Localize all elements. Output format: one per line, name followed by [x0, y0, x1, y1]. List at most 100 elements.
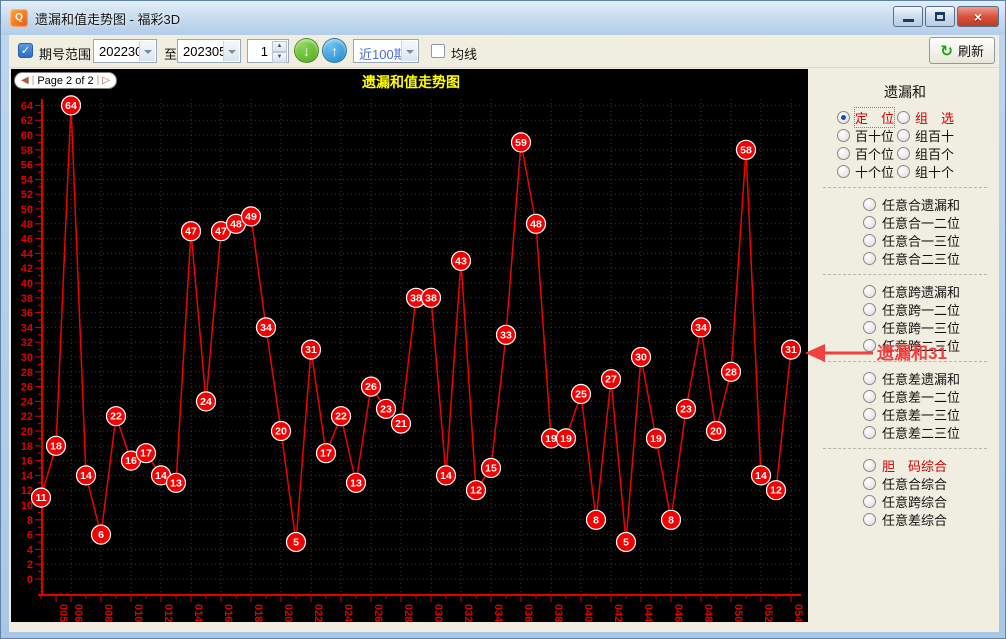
svg-text:31: 31 [305, 344, 317, 356]
trend-chart-panel: ◀| Page 2 of 2 |▷ 0246810121416182022242… [11, 69, 808, 622]
refresh-button[interactable]: ↻ 刷新 [929, 37, 995, 64]
radio-option[interactable]: 组十个 [897, 162, 954, 181]
radio-option[interactable]: 任意差综合 [863, 510, 947, 529]
radio-option[interactable]: 任意差二三位 [863, 423, 960, 442]
radio-option[interactable]: 组百个 [897, 144, 954, 163]
radio-option[interactable]: 任意跨遗漏和 [863, 282, 960, 301]
data-point-marker: 48 [527, 214, 546, 233]
close-button[interactable]: × [957, 6, 999, 27]
radio-option[interactable]: 任意合一二位 [863, 213, 960, 232]
radio-label: 任意跨二三位 [882, 336, 960, 355]
radio-label: 任意跨一二位 [882, 300, 960, 319]
data-point-marker: 14 [77, 466, 96, 485]
svg-text:12: 12 [470, 485, 482, 497]
svg-text:6: 6 [98, 529, 104, 541]
radio-option[interactable]: 任意差遗漏和 [863, 369, 960, 388]
radio-option[interactable]: 百个位 [813, 144, 897, 163]
pager-divider: | [97, 75, 100, 86]
svg-text:026: 026 [372, 604, 384, 622]
radio-option[interactable]: 任意跨一三位 [863, 318, 960, 337]
chart-title: 遗漏和值走势图 [361, 74, 460, 90]
radio-icon [863, 285, 876, 298]
recent-periods-combobox[interactable]: 近100期 [353, 39, 419, 63]
radio-option[interactable]: 定 位 [813, 108, 897, 127]
radio-option[interactable]: 任意跨综合 [863, 492, 947, 511]
period-range-checkbox[interactable]: ✓ [18, 43, 33, 58]
radio-label: 百个位 [855, 144, 894, 163]
svg-text:036: 036 [522, 604, 534, 622]
chevron-down-icon[interactable] [401, 41, 417, 61]
radio-option[interactable]: 任意合综合 [863, 474, 947, 493]
pager-prev-icon[interactable]: ◀ [21, 76, 29, 86]
minimize-button[interactable] [893, 6, 923, 27]
svg-text:34: 34 [21, 322, 34, 334]
radio-option[interactable]: 任意合二三位 [863, 249, 960, 268]
data-point-marker: 11 [32, 488, 51, 507]
radio-option[interactable]: 任意合一三位 [863, 231, 960, 250]
radio-label: 任意差一二位 [882, 387, 960, 406]
svg-text:27: 27 [605, 374, 617, 386]
radio-icon [863, 513, 876, 526]
svg-text:12: 12 [770, 485, 782, 497]
svg-text:028: 028 [402, 604, 414, 622]
svg-text:36: 36 [21, 308, 33, 320]
radio-option[interactable]: 胆 码综合 [863, 456, 947, 475]
spin-up-icon[interactable]: ▲ [272, 41, 287, 52]
page-up-button[interactable]: ↑ [322, 38, 347, 63]
data-point-marker: 59 [512, 133, 531, 152]
data-point-marker: 20 [272, 422, 291, 441]
radio-option[interactable]: 组百十 [897, 126, 954, 145]
range-from-combobox[interactable]: 2022306 [93, 39, 157, 63]
arrow-down-icon: ↓ [303, 43, 310, 59]
svg-text:034: 034 [492, 604, 504, 622]
radio-option[interactable]: 任意差一二位 [863, 387, 960, 406]
svg-text:48: 48 [530, 218, 542, 230]
radio-label: 十个位 [855, 162, 894, 181]
data-point-marker: 5 [287, 533, 306, 552]
radio-icon [837, 165, 850, 178]
radio-icon [863, 339, 876, 352]
data-point-marker: 30 [632, 348, 651, 367]
minimize-icon [903, 19, 914, 22]
chevron-down-icon[interactable] [223, 41, 239, 61]
svg-text:50: 50 [21, 204, 33, 216]
radio-option[interactable]: 组 选 [897, 108, 954, 127]
svg-text:16: 16 [125, 455, 137, 467]
radio-label: 百十位 [855, 126, 894, 145]
radio-option[interactable]: 任意跨一二位 [863, 300, 960, 319]
step-spinner[interactable]: 1 ▲ ▼ [247, 39, 289, 63]
svg-text:038: 038 [552, 604, 564, 622]
svg-text:23: 23 [680, 403, 692, 415]
svg-text:012: 012 [162, 604, 174, 622]
radio-option[interactable]: 任意差一三位 [863, 405, 960, 424]
data-point-marker: 34 [257, 318, 276, 337]
close-icon: × [974, 9, 982, 25]
radio-icon [863, 372, 876, 385]
chevron-down-icon[interactable] [139, 41, 155, 61]
pager-next-icon[interactable]: ▷ [102, 76, 110, 86]
maximize-button[interactable] [925, 6, 955, 27]
svg-text:28: 28 [21, 367, 33, 379]
radio-option[interactable]: 任意跨二三位 [863, 336, 960, 355]
radio-option[interactable]: 十个位 [813, 162, 897, 181]
page-down-button[interactable]: ↓ [294, 38, 319, 63]
radio-label: 任意跨综合 [882, 492, 947, 511]
radio-label: 组十个 [915, 162, 954, 181]
svg-text:5: 5 [623, 537, 629, 549]
range-to-combobox[interactable]: 2023054 [177, 39, 241, 63]
moving-average-checkbox[interactable] [431, 44, 445, 58]
spin-down-icon[interactable]: ▼ [272, 52, 287, 63]
radio-label: 组 选 [915, 108, 954, 127]
svg-text:018: 018 [252, 604, 264, 622]
data-point-marker: 34 [692, 318, 711, 337]
data-point-marker: 8 [587, 510, 606, 529]
svg-text:19: 19 [545, 433, 557, 445]
svg-text:032: 032 [462, 604, 474, 622]
radio-option[interactable]: 任意合遗漏和 [863, 195, 960, 214]
data-point-marker: 24 [197, 392, 216, 411]
radio-icon [863, 459, 876, 472]
data-point-marker: 28 [722, 362, 741, 381]
radio-option[interactable]: 百十位 [813, 126, 897, 145]
svg-text:47: 47 [185, 226, 197, 238]
data-point-marker: 21 [392, 414, 411, 433]
